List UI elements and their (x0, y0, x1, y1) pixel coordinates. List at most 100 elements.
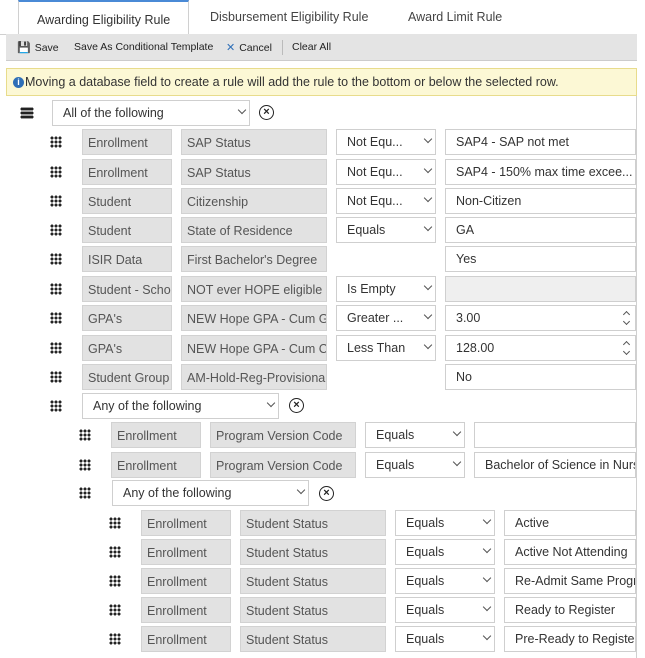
rule-value-select[interactable]: Bachelor of Science in Nurs (474, 452, 636, 478)
group-condition-select[interactable]: All of the following (52, 100, 250, 126)
rule-operator-select-text: Equals (406, 545, 445, 559)
rule-field-text: Student Status (246, 575, 329, 589)
remove-group-icon[interactable]: × (289, 398, 304, 413)
rule-entity: Enrollment (82, 159, 172, 185)
drag-handle-icon[interactable] (50, 371, 62, 383)
rule-value-select[interactable]: GA (445, 217, 636, 243)
drag-handle-icon[interactable] (79, 429, 91, 441)
rule-value-select[interactable]: Active Not Attending (504, 539, 636, 565)
chevron-down-icon (482, 515, 492, 525)
tab-awarding-eligibility-rule[interactable]: Awarding Eligibility Rule (18, 0, 190, 34)
toolbar-divider (282, 40, 283, 55)
rule-value-select[interactable]: Re-Admit Same Progra (504, 568, 636, 594)
drag-handle-icon[interactable] (79, 487, 91, 499)
rule-operator-select[interactable]: Not Equ... (336, 129, 436, 155)
remove-group-icon[interactable]: × (259, 105, 274, 120)
rule-value-select[interactable]: Yes (445, 246, 636, 272)
rule-value-select[interactable] (474, 422, 636, 448)
group-condition-select-text: All of the following (63, 106, 164, 120)
rule-operator-select-text: Equals (347, 223, 386, 237)
rule-operator-select[interactable]: Not Equ... (336, 188, 436, 214)
rule-entity: Enrollment (141, 510, 231, 536)
drag-handle-icon[interactable] (109, 633, 121, 645)
rule-field-text: SAP Status (187, 136, 251, 150)
info-banner: i Moving a database field to create a rul… (6, 68, 637, 96)
rule-operator-select-text: Not Equ... (347, 135, 403, 149)
rule-field-text: First Bachelor's Degree (187, 253, 318, 267)
rule-field: SAP Status (181, 159, 327, 185)
rule-field: AM-Hold-Reg-Provisional (181, 364, 327, 390)
chevron-down-icon (423, 310, 433, 320)
rule-field: Student Status (240, 568, 386, 594)
rule-value-select[interactable]: Pre-Ready to Register (504, 626, 636, 652)
chevron-down-icon (423, 164, 433, 174)
rule-field: State of Residence (181, 217, 327, 243)
clear-all-button[interactable]: Clear All (292, 41, 331, 53)
rule-operator-select[interactable]: Greater ... (336, 305, 436, 331)
rule-value-select-text: Active (515, 516, 550, 530)
rule-field-text: Student Status (246, 517, 329, 531)
rule-value-select[interactable]: SAP4 - SAP not met (445, 129, 636, 155)
drag-handle-icon[interactable] (50, 342, 62, 354)
rule-field: Student Status (240, 626, 386, 652)
rule-operator-select[interactable]: Equals (395, 626, 495, 652)
save-as-template-button[interactable]: Save As Conditional Template (74, 41, 213, 53)
drag-handle-icon[interactable] (50, 400, 62, 412)
rule-field: Citizenship (181, 188, 327, 214)
drag-handle-icon[interactable] (50, 136, 62, 148)
rule-operator-select[interactable]: Equals (395, 568, 495, 594)
drag-handle-icon[interactable] (109, 575, 121, 587)
cancel-button[interactable]: ✕ Cancel (226, 41, 272, 54)
spinner-icon[interactable] (622, 338, 632, 358)
drag-handle-icon[interactable] (50, 283, 62, 295)
rule-operator-select[interactable]: Not Equ... (336, 159, 436, 185)
drag-handle-icon[interactable] (109, 604, 121, 616)
info-icon: i (13, 77, 24, 88)
rule-value-select-text: SAP4 - SAP not met (456, 135, 570, 149)
rule-value-select[interactable]: No (445, 364, 636, 390)
chevron-down-icon (266, 398, 276, 408)
drag-handle-icon[interactable] (50, 312, 62, 324)
drag-handle-icon[interactable] (109, 546, 121, 558)
chevron-down-icon (423, 134, 433, 144)
rule-value-select[interactable]: SAP4 - 150% max time excee... (445, 159, 636, 185)
rule-value-select[interactable] (445, 276, 636, 302)
drag-handle-icon[interactable] (50, 253, 62, 265)
rule-operator-select[interactable]: Equals (395, 597, 495, 623)
remove-group-icon[interactable]: × (319, 486, 334, 501)
rule-entity-text: Student (88, 224, 132, 238)
group-condition-select[interactable]: Any of the following (82, 393, 279, 419)
rule-entity-text: Enrollment (147, 546, 207, 560)
drag-handle-icon[interactable] (50, 224, 62, 236)
rule-value-select[interactable]: Non-Citizen (445, 188, 636, 214)
tab-disbursement-eligibility-rule[interactable]: Disbursement Eligibility Rule (210, 10, 368, 24)
rule-value-select-text: Active Not Attending (515, 545, 628, 559)
drag-handle-icon[interactable] (109, 517, 121, 529)
rule-entity-text: Enrollment (117, 459, 177, 473)
chevron-down-icon (482, 631, 492, 641)
rule-entity: Enrollment (82, 129, 172, 155)
group-condition-select[interactable]: Any of the following (112, 480, 309, 506)
rule-operator-select[interactable]: Less Than (336, 335, 436, 361)
rule-value-input[interactable]: 128.00 (445, 335, 636, 361)
drag-handle-icon[interactable] (50, 166, 62, 178)
rule-operator-select[interactable]: Is Empty (336, 276, 436, 302)
rule-value-select[interactable]: Ready to Register (504, 597, 636, 623)
rule-value-select[interactable]: Active (504, 510, 636, 536)
rule-entity: Student (82, 188, 172, 214)
rule-operator-select[interactable]: Equals (395, 510, 495, 536)
rule-operator-select[interactable]: Equals (336, 217, 436, 243)
rule-operator-select[interactable]: Equals (395, 539, 495, 565)
rule-entity-text: ISIR Data (88, 253, 143, 267)
rule-value-input[interactable]: 3.00 (445, 305, 636, 331)
drag-handle-icon[interactable] (50, 195, 62, 207)
rule-field: Student Status (240, 539, 386, 565)
rule-field-text: SAP Status (187, 166, 251, 180)
rule-operator-select[interactable]: Equals (365, 422, 465, 448)
tab-award-limit-rule[interactable]: Award Limit Rule (408, 10, 502, 24)
save-button[interactable]: 💾 Save (17, 41, 59, 54)
spinner-icon[interactable] (622, 308, 632, 328)
drag-handle-icon[interactable] (20, 107, 32, 119)
drag-handle-icon[interactable] (79, 459, 91, 471)
rule-operator-select[interactable]: Equals (365, 452, 465, 478)
